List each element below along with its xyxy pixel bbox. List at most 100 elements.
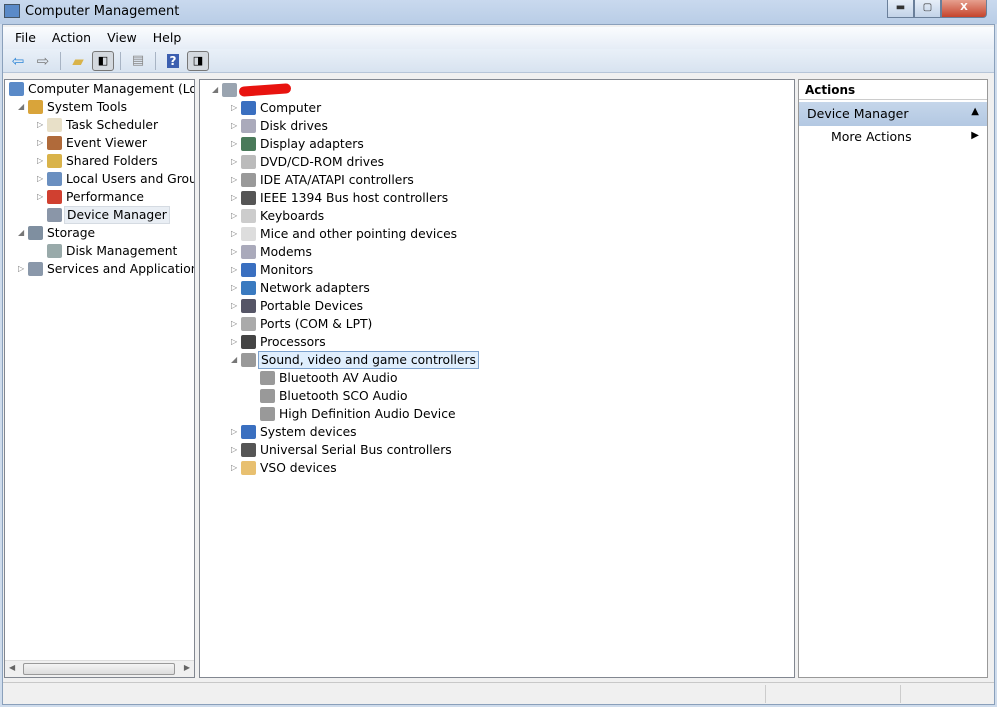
tree-item[interactable]: ▷ Universal Serial Bus controllers bbox=[200, 441, 794, 459]
properties-icon[interactable]: ▤ bbox=[127, 51, 149, 71]
menu-view[interactable]: View bbox=[99, 27, 145, 49]
tree-item[interactable]: ▷ Shared Folders bbox=[5, 152, 194, 170]
collapsed-arrow-icon[interactable]: ▷ bbox=[231, 243, 237, 261]
tools-icon bbox=[28, 100, 43, 114]
collapsed-arrow-icon[interactable]: ▷ bbox=[231, 135, 237, 153]
tree-item[interactable]: ▷ Network adapters bbox=[200, 279, 794, 297]
menu-bar: File Action View Help bbox=[3, 27, 994, 49]
tree-item-label: System Tools bbox=[47, 100, 128, 114]
close-button[interactable]: X bbox=[941, 0, 987, 18]
tree-item[interactable]: ▷ Processors bbox=[200, 333, 794, 351]
tree-item[interactable]: ▷ Keyboards bbox=[200, 207, 794, 225]
collapsed-arrow-icon[interactable]: ▷ bbox=[231, 189, 237, 207]
tree-item[interactable]: ▷ Local Users and Groups bbox=[5, 170, 194, 188]
tree-item[interactable]: ▷ Modems bbox=[200, 243, 794, 261]
menu-action[interactable]: Action bbox=[44, 27, 99, 49]
actions-section-label: Device Manager bbox=[807, 106, 909, 121]
collapsed-arrow-icon[interactable]: ▷ bbox=[231, 297, 237, 315]
collapsed-arrow-icon[interactable]: ▷ bbox=[37, 170, 43, 188]
tree-item[interactable]: Disk Management bbox=[5, 242, 194, 260]
system-device-icon bbox=[241, 425, 256, 439]
collapsed-arrow-icon[interactable]: ▷ bbox=[231, 459, 237, 477]
tree-item-label: Device Manager bbox=[64, 206, 170, 224]
forward-icon[interactable]: ⇨ bbox=[32, 51, 54, 71]
tree-item[interactable]: Device Manager bbox=[5, 206, 194, 224]
scroll-left-icon[interactable]: ◀ bbox=[9, 663, 15, 672]
tree-item[interactable]: Bluetooth SCO Audio bbox=[200, 387, 794, 405]
collapsed-arrow-icon[interactable]: ▷ bbox=[37, 116, 43, 134]
tree-item-label: Modems bbox=[260, 245, 312, 259]
tree-item[interactable]: ▷ IEEE 1394 Bus host controllers bbox=[200, 189, 794, 207]
tree-item[interactable]: ▷ Task Scheduler bbox=[5, 116, 194, 134]
tree-item-label: DVD/CD-ROM drives bbox=[260, 155, 385, 169]
tree-item[interactable]: ▷ Computer bbox=[200, 99, 794, 117]
usb-icon bbox=[241, 443, 256, 457]
tree-item[interactable]: ▷ Display adapters bbox=[200, 135, 794, 153]
actions-section-device-manager[interactable]: Device Manager ▲ bbox=[799, 102, 987, 126]
maximize-button[interactable]: ▢ bbox=[914, 0, 941, 18]
collapsed-arrow-icon[interactable]: ▷ bbox=[37, 188, 43, 206]
menu-file[interactable]: File bbox=[7, 27, 44, 49]
back-icon[interactable]: ⇦ bbox=[7, 51, 29, 71]
tree-item[interactable]: ◢ Sound, video and game controllers bbox=[200, 351, 794, 369]
tree-item[interactable]: ▷ Disk drives bbox=[200, 117, 794, 135]
expanded-arrow-icon[interactable]: ◢ bbox=[18, 224, 24, 242]
help-icon[interactable]: ? bbox=[162, 51, 184, 71]
tree-item[interactable]: ▷ Mice and other pointing devices bbox=[200, 225, 794, 243]
collapsed-arrow-icon[interactable]: ▷ bbox=[231, 279, 237, 297]
collapsed-arrow-icon[interactable]: ▷ bbox=[231, 441, 237, 459]
expanded-arrow-icon[interactable]: ◢ bbox=[18, 98, 24, 116]
collapsed-arrow-icon[interactable]: ▷ bbox=[231, 207, 237, 225]
tree-item[interactable]: ▷ Performance bbox=[5, 188, 194, 206]
horizontal-scrollbar[interactable]: ◀ ▶ bbox=[5, 660, 194, 677]
collapse-up-icon[interactable]: ▲ bbox=[971, 106, 979, 117]
tree-item[interactable]: ▷ System devices bbox=[200, 423, 794, 441]
minimize-button[interactable]: ▬ bbox=[887, 0, 914, 18]
device-manager-icon bbox=[47, 208, 62, 222]
tree-item[interactable]: ▷ Portable Devices bbox=[200, 297, 794, 315]
tree-item-label: Computer Management (Local bbox=[28, 82, 194, 96]
collapsed-arrow-icon[interactable]: ▷ bbox=[37, 152, 43, 170]
tree-item[interactable]: Computer Management (Local bbox=[5, 80, 194, 98]
tree-item[interactable]: ▷ Ports (COM & LPT) bbox=[200, 315, 794, 333]
tree-item[interactable]: ▷ DVD/CD-ROM drives bbox=[200, 153, 794, 171]
show-hide-console-tree-icon[interactable]: ◧ bbox=[92, 50, 114, 71]
collapsed-arrow-icon[interactable]: ▷ bbox=[18, 260, 24, 278]
processor-icon bbox=[241, 335, 256, 349]
collapsed-arrow-icon[interactable]: ▷ bbox=[37, 134, 43, 152]
speaker-icon bbox=[260, 389, 275, 403]
collapsed-arrow-icon[interactable]: ▷ bbox=[231, 333, 237, 351]
tree-item[interactable]: ◢ Storage bbox=[5, 224, 194, 242]
tree-item[interactable]: ▷ VSO devices bbox=[200, 459, 794, 477]
collapsed-arrow-icon[interactable]: ▷ bbox=[231, 261, 237, 279]
tree-item[interactable]: Bluetooth AV Audio bbox=[200, 369, 794, 387]
tree-item-label: Disk drives bbox=[260, 119, 328, 133]
scroll-right-icon[interactable]: ▶ bbox=[184, 663, 190, 672]
tree-item[interactable]: ▷ Monitors bbox=[200, 261, 794, 279]
tree-item[interactable]: ▷ Services and Applications bbox=[5, 260, 194, 278]
menu-help[interactable]: Help bbox=[145, 27, 190, 49]
expanded-arrow-icon[interactable]: ◢ bbox=[231, 351, 237, 369]
scroll-thumb[interactable] bbox=[23, 663, 175, 675]
tree-item[interactable]: ▷ Event Viewer bbox=[5, 134, 194, 152]
collapsed-arrow-icon[interactable]: ▷ bbox=[231, 153, 237, 171]
tree-item-label: Network adapters bbox=[260, 281, 370, 295]
collapsed-arrow-icon[interactable]: ▷ bbox=[231, 315, 237, 333]
ide-icon bbox=[241, 173, 256, 187]
collapsed-arrow-icon[interactable]: ▷ bbox=[231, 99, 237, 117]
collapsed-arrow-icon[interactable]: ▷ bbox=[231, 117, 237, 135]
tree-item[interactable]: ◢ System Tools bbox=[5, 98, 194, 116]
collapsed-arrow-icon[interactable]: ▷ bbox=[231, 225, 237, 243]
expanded-arrow-icon[interactable]: ◢ bbox=[212, 81, 218, 99]
services-icon bbox=[28, 262, 43, 276]
show-hide-action-pane-icon[interactable]: ◨ bbox=[187, 50, 209, 71]
more-actions-item[interactable]: More Actions bbox=[831, 129, 912, 144]
tree-item[interactable]: ◢ bbox=[200, 81, 794, 99]
tree-item[interactable]: ▷ IDE ATA/ATAPI controllers bbox=[200, 171, 794, 189]
collapsed-arrow-icon[interactable]: ▷ bbox=[231, 423, 237, 441]
collapsed-arrow-icon[interactable]: ▷ bbox=[231, 171, 237, 189]
tree-item-label: System devices bbox=[260, 425, 357, 439]
actions-header: Actions bbox=[799, 80, 987, 100]
tree-item[interactable]: High Definition Audio Device bbox=[200, 405, 794, 423]
up-folder-icon[interactable]: ▰ bbox=[67, 51, 89, 71]
